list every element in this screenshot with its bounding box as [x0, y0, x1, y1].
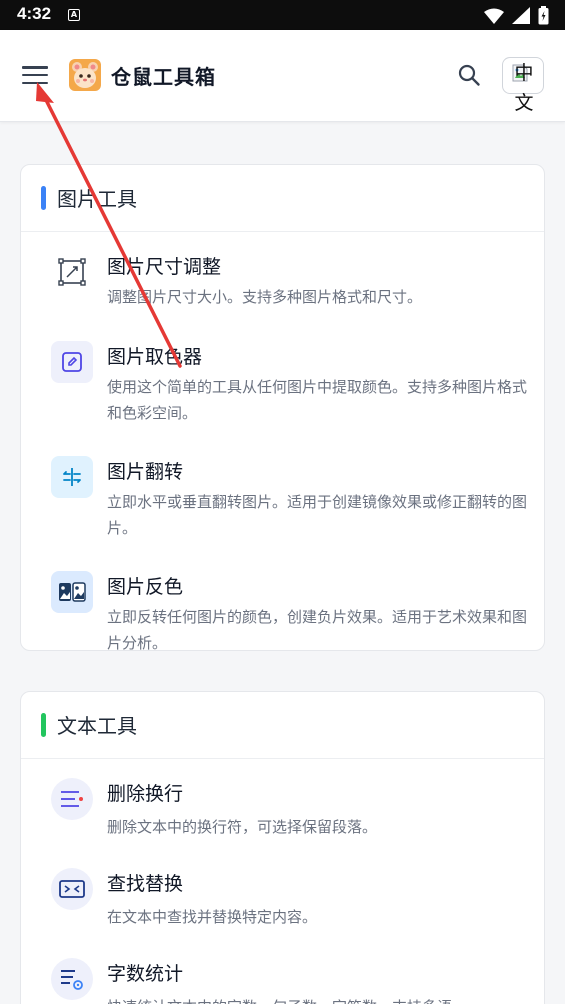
tool-name: 字数统计: [107, 963, 184, 985]
notification-icon: A: [68, 9, 80, 21]
wifi-icon: [484, 8, 504, 24]
app-title: 仓鼠工具箱: [111, 65, 216, 89]
tool-description: 在文本中查找并替换特定内容。: [107, 908, 318, 926]
language-label-line1: 中: [514, 62, 534, 84]
tool-name: 删除换行: [107, 783, 184, 805]
tool-description: 调整图片尺寸大小。支持多种图片格式和尺寸。: [107, 288, 423, 306]
tool-item-image-flip[interactable]: 图片翻转 立即水平或垂直翻转图片。适用于创建镜像效果或修正翻转的图片。: [21, 437, 544, 552]
hamster-logo-icon: [69, 59, 101, 91]
menu-line: [22, 81, 48, 84]
find-replace-icon: [51, 868, 93, 910]
status-time: 4:32: [17, 4, 52, 23]
tool-item-color-picker[interactable]: 图片取色器 使用这个简单的工具从任何图片中提取颜色。支持多种图片格式和色彩空间。: [21, 322, 544, 437]
image-resize-icon: [51, 251, 93, 293]
tool-item-remove-linebreak[interactable]: 删除换行 删除文本中的换行符，可选择保留段落。: [21, 759, 544, 849]
battery-icon: [538, 6, 549, 25]
section-accent-bar: [41, 186, 46, 210]
tool-description: 删除文本中的换行符，可选择保留段落。: [107, 818, 378, 836]
tool-item-image-invert[interactable]: 图片反色 立即反转任何图片的颜色，创建负片效果。适用于艺术效果和图片分析。: [21, 552, 544, 651]
tool-name: 图片反色: [107, 576, 184, 598]
tool-name: 图片翻转: [107, 461, 184, 483]
tool-description: 快速统计文本中的字数、句子数、字符数，支持多语: [107, 994, 527, 1004]
word-count-icon: [51, 958, 93, 1000]
text-tools-card: 文本工具 删除换行 删除文本中的换行符，可选择保留段落。 查找替换 在文本中查找…: [20, 691, 545, 1004]
tool-item-word-count[interactable]: 字数统计 快速统计文本中的字数、句子数、字符数，支持多语: [21, 939, 544, 1004]
menu-button[interactable]: [22, 64, 48, 86]
menu-line: [22, 73, 48, 77]
text-tools-header: 文本工具: [21, 692, 544, 759]
tool-name: 查找替换: [107, 873, 184, 895]
invert-icon: [51, 571, 93, 613]
tool-item-find-replace[interactable]: 查找替换 在文本中查找并替换特定内容。: [21, 849, 544, 939]
image-tools-header: 图片工具: [21, 165, 544, 232]
tool-description: 立即反转任何图片的颜色，创建负片效果。适用于艺术效果和图片分析。: [107, 608, 528, 651]
tool-name: 图片取色器: [107, 346, 203, 368]
menu-line: [22, 66, 48, 69]
image-tools-card: 图片工具 图片尺寸调整 调整图片尺寸大小。支持多种图片格式和尺寸。 图片取色器 …: [20, 164, 545, 651]
section-title: 文本工具: [57, 714, 137, 738]
tool-name: 图片尺寸调整: [107, 256, 222, 278]
language-label[interactable]: 中 文: [512, 58, 536, 118]
tool-description: 立即水平或垂直翻转图片。适用于创建镜像效果或修正翻转的图片。: [107, 493, 528, 537]
search-icon[interactable]: [457, 63, 481, 87]
app-header: 仓鼠工具箱: [0, 30, 565, 122]
language-label-line2: 文: [514, 92, 534, 114]
remove-linebreak-icon: [51, 778, 93, 820]
status-bar: 4:32 A: [0, 0, 565, 30]
flip-icon: [51, 456, 93, 498]
section-title: 图片工具: [57, 187, 137, 211]
tool-description: 使用这个简单的工具从任何图片中提取颜色。支持多种图片格式和色彩空间。: [107, 378, 528, 422]
status-icons: [484, 6, 549, 25]
tool-item-image-resize[interactable]: 图片尺寸调整 调整图片尺寸大小。支持多种图片格式和尺寸。: [21, 232, 544, 322]
section-accent-bar: [41, 713, 46, 737]
color-picker-icon: [51, 341, 93, 383]
signal-icon: [512, 7, 530, 24]
